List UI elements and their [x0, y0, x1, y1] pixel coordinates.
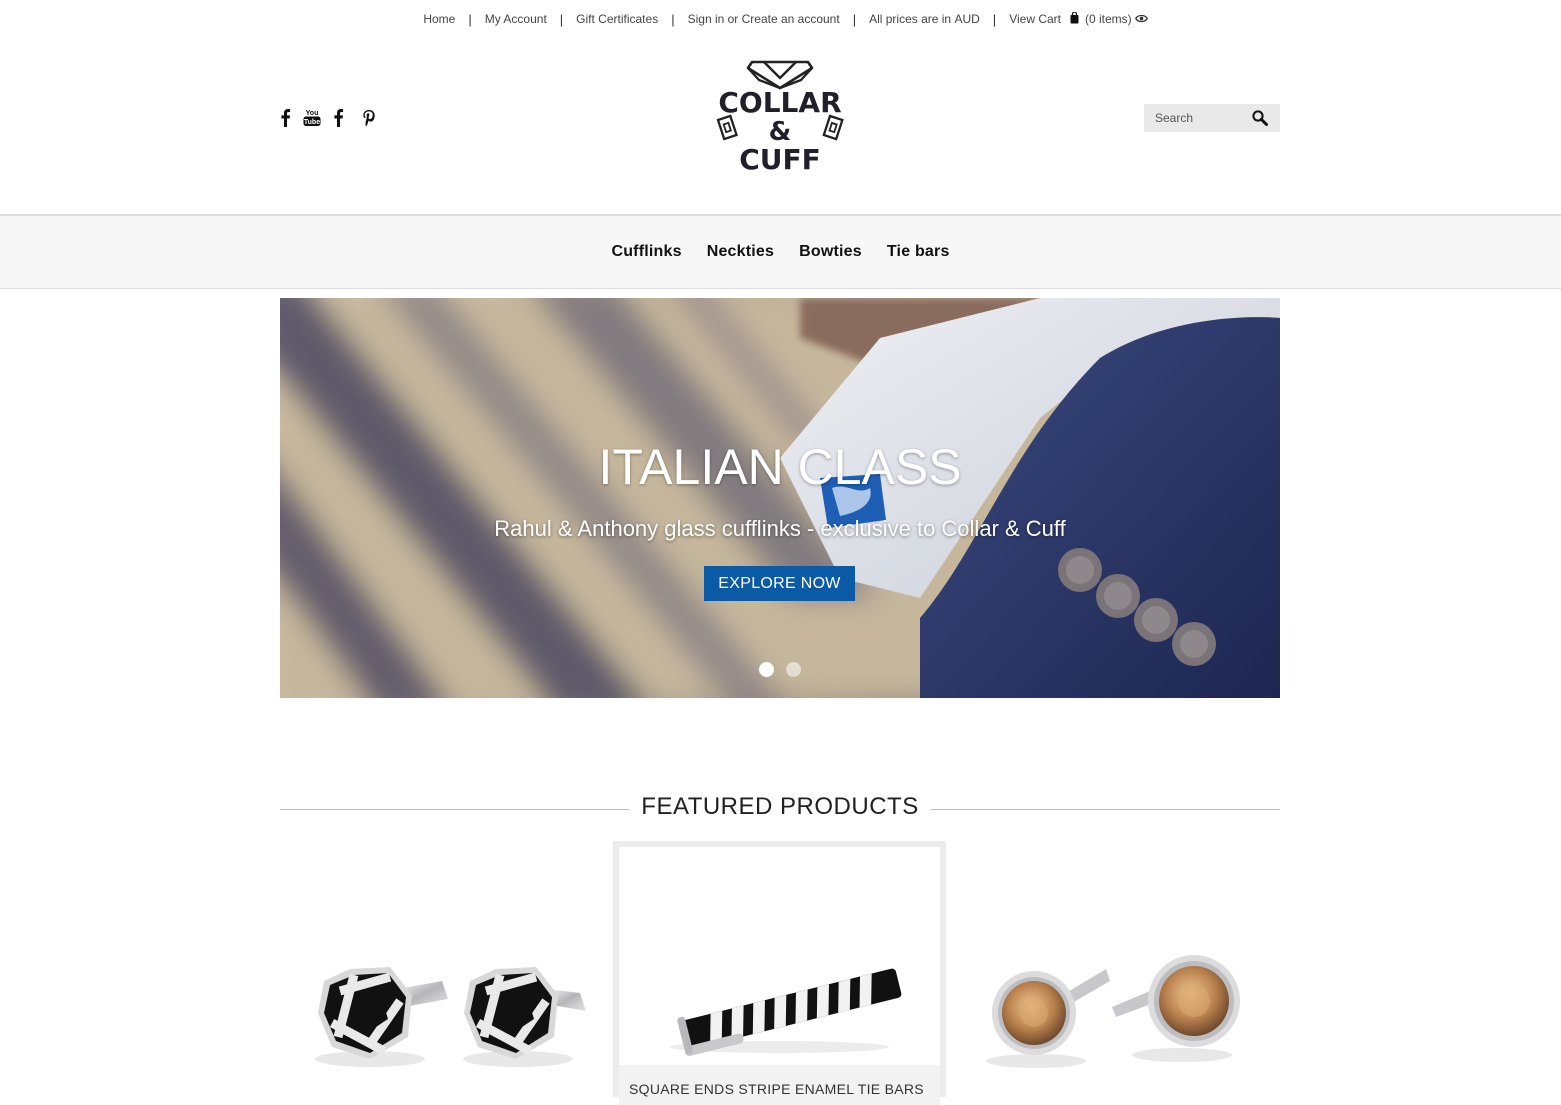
product-card[interactable]	[946, 841, 1279, 1097]
eye-icon[interactable]	[1134, 12, 1148, 26]
category-nav: Cufflinks Neckties Bowties Tie bars	[0, 214, 1561, 289]
nav-item-neckties[interactable]: Neckties	[707, 243, 774, 261]
hero-image	[280, 298, 1280, 698]
svg-text:You: You	[306, 110, 319, 117]
utility-nav: Home | My Account | Gift Certificates | …	[423, 10, 1148, 27]
cart-count[interactable]: (0 items)	[1085, 12, 1132, 26]
facebook-icon[interactable]	[333, 108, 344, 132]
search-icon[interactable]	[1252, 110, 1268, 131]
divider: |	[559, 11, 564, 27]
nav-item-tie-bars[interactable]: Tie bars	[887, 243, 950, 261]
shopping-bag-icon[interactable]	[1070, 10, 1079, 27]
logo-text: CUFF	[739, 143, 821, 176]
product-card[interactable]	[280, 841, 613, 1097]
slider-dots	[759, 662, 801, 677]
svg-text:Tube: Tube	[304, 119, 320, 126]
search-box	[1144, 104, 1280, 132]
featured-products: SQUARE ENDS STRIPE ENAMEL TIE BARS	[280, 841, 1280, 1105]
hero-slider: ITALIAN CLASS Rahul & Anthony glass cuff…	[280, 298, 1280, 698]
currency-link[interactable]: AUD	[954, 12, 979, 26]
site-header: You Tube COLLAR & CUFF	[0, 38, 1561, 214]
top-utility-bar: Home | My Account | Gift Certificates | …	[0, 0, 1561, 38]
hero-subtitle: Rahul & Anthony glass cufflinks - exclus…	[494, 516, 1066, 541]
social-links: You Tube	[280, 108, 376, 132]
divider: |	[852, 11, 857, 27]
product-card[interactable]: SQUARE ENDS STRIPE ENAMEL TIE BARS	[613, 841, 946, 1105]
logo-text: COLLAR	[718, 86, 841, 119]
collar-cuff-logo[interactable]: COLLAR & CUFF	[700, 58, 860, 176]
slide-dot[interactable]	[786, 662, 801, 677]
divider: |	[992, 11, 997, 27]
divider: |	[671, 11, 675, 27]
prices-label: All prices are in	[869, 12, 952, 26]
sign-in-link[interactable]: Sign in or Create an account	[688, 12, 840, 26]
my-account-link[interactable]: My Account	[485, 12, 547, 26]
divider	[930, 808, 1280, 810]
product-image[interactable]	[946, 841, 1279, 1097]
featured-heading: FEATURED PRODUCTS	[280, 792, 1280, 822]
view-cart-link[interactable]: View Cart	[1009, 12, 1061, 26]
nav-item-bowties[interactable]: Bowties	[799, 243, 862, 261]
home-link[interactable]: Home	[423, 12, 455, 26]
divider	[280, 808, 630, 810]
explore-now-button[interactable]: EXPLORE NOW	[704, 566, 855, 601]
youtube-icon[interactable]: You Tube	[303, 108, 321, 132]
search-input[interactable]	[1144, 105, 1255, 131]
pinterest-icon[interactable]	[362, 109, 376, 132]
nav-item-cufflinks[interactable]: Cufflinks	[611, 243, 681, 261]
product-image[interactable]	[619, 847, 940, 1065]
hero-title: ITALIAN CLASS	[598, 439, 962, 495]
product-image[interactable]	[280, 841, 613, 1097]
section-title: FEATURED PRODUCTS	[641, 793, 919, 820]
divider: |	[468, 11, 472, 27]
slide-dot[interactable]	[759, 662, 774, 677]
gift-certificates-link[interactable]: Gift Certificates	[576, 12, 658, 26]
product-name[interactable]: SQUARE ENDS STRIPE ENAMEL TIE BARS	[629, 1081, 924, 1097]
facebook-icon[interactable]	[280, 108, 291, 132]
